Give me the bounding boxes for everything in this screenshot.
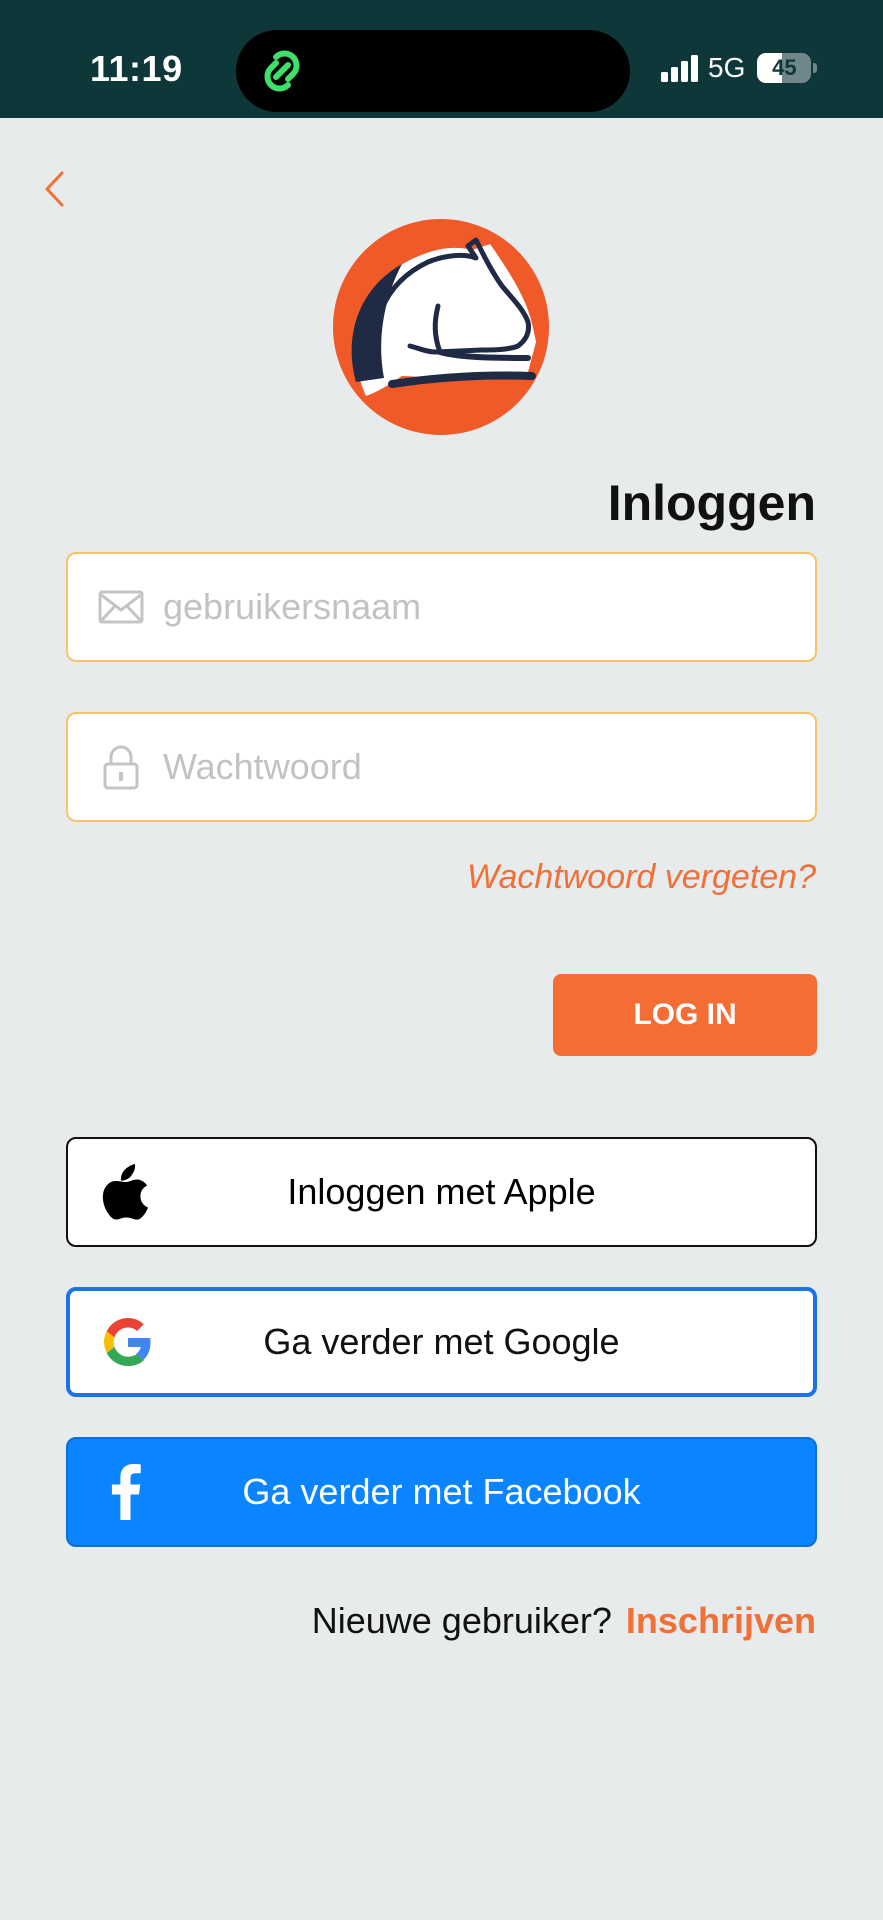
signal-bars-icon [661,55,698,82]
chevron-left-icon [45,171,64,207]
google-login-button[interactable]: Ga verder met Google [66,1287,817,1397]
google-login-label: Ga verder met Google [263,1321,620,1362]
horse-logo [333,219,549,435]
google-icon [100,1314,156,1370]
status-indicators: 5G 45 [660,52,818,84]
dynamic-island [236,30,630,112]
network-type: 5G [708,52,746,83]
facebook-login-button[interactable]: Ga verder met Facebook [66,1437,817,1547]
password-input[interactable] [163,714,795,820]
battery-icon: 45 [757,53,818,83]
link-icon [264,50,300,92]
apple-login-button[interactable]: Inloggen met Apple [66,1137,817,1247]
envelope-icon [98,584,144,630]
back-button[interactable] [34,164,74,214]
apple-icon [98,1164,154,1220]
facebook-icon [98,1464,154,1520]
username-field[interactable] [66,552,817,662]
password-field[interactable] [66,712,817,822]
page-title: Inloggen [607,475,816,531]
apple-login-label: Inloggen met Apple [287,1171,596,1212]
signup-question: Nieuwe gebruiker? [311,1600,612,1641]
login-button[interactable]: LOG IN [553,974,817,1056]
facebook-login-label: Ga verder met Facebook [242,1471,641,1512]
status-time: 11:19 [90,48,183,89]
battery-level: 45 [772,55,797,80]
lock-icon [98,744,144,790]
login-screen: 11:19 5G 45 Inloggen gebruikersnaam Wach… [0,0,883,1920]
battery-tip [813,63,818,73]
signup-link[interactable]: Inschrijven [626,1600,816,1642]
username-input[interactable] [163,554,795,660]
status-bar: 11:19 5G 45 [0,0,883,118]
forgot-password-link[interactable]: Wachtwoord vergeten? [467,858,816,897]
signup-row: Nieuwe gebruiker? Inschrijven [312,1600,816,1642]
